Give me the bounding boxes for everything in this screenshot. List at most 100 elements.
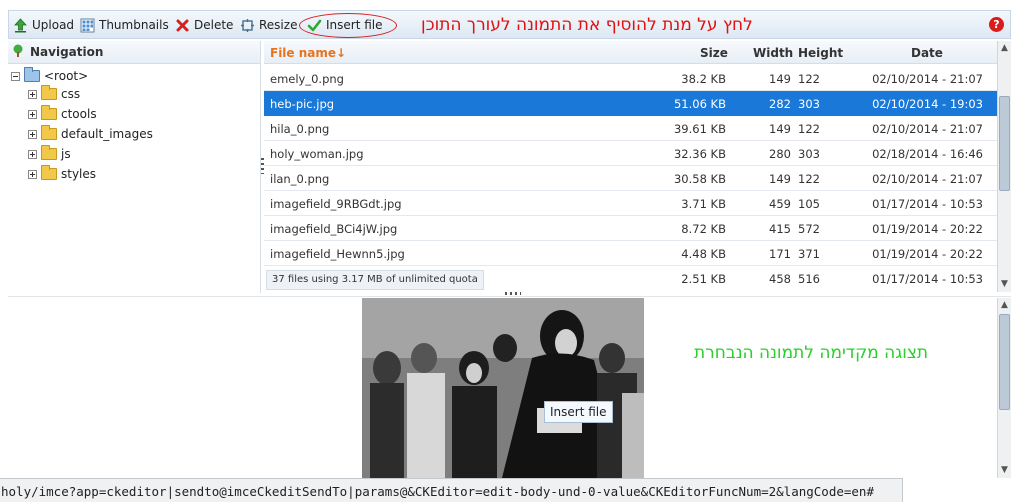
file-date: 02/10/2014 - 21:07 [872, 172, 983, 186]
thumbnails-button[interactable]: Thumbnails [80, 16, 169, 34]
scroll-up-arrow-icon[interactable]: ▲ [1000, 301, 1009, 310]
upload-button[interactable]: Upload [13, 16, 74, 34]
thumbnails-icon [80, 18, 95, 33]
file-name: heb-pic.jpg [270, 97, 335, 111]
folder-open-icon [24, 67, 40, 82]
file-width: 459 [769, 197, 791, 211]
table-row[interactable]: hila_0.png 39.61 KB 149 122 02/10/2014 -… [264, 116, 997, 141]
delete-button[interactable]: Delete [175, 16, 233, 34]
folder-label: css [61, 87, 81, 101]
file-width: 280 [769, 147, 791, 161]
preview-annotation: תצוגה מקדימה לתמונה הנבחרת [694, 343, 929, 363]
folder-icon [41, 105, 57, 120]
file-width: 149 [769, 122, 791, 136]
column-header-size[interactable]: Size [700, 46, 728, 60]
upload-label: Upload [32, 18, 75, 32]
file-date: 01/17/2014 - 10:53 [872, 197, 983, 211]
file-date: 02/10/2014 - 21:07 [872, 72, 983, 86]
table-row[interactable]: holy_woman.jpg 32.36 KB 280 303 02/18/20… [264, 141, 997, 166]
insert-highlight-circle [299, 13, 397, 38]
file-height: 122 [798, 72, 820, 86]
file-list: File name↓ Size Width Height Date emely_… [264, 41, 1011, 292]
table-row[interactable]: imagefield_Hewnn5.jpg 4.48 KB 171 371 01… [264, 241, 997, 266]
column-header-name[interactable]: File name↓ [270, 46, 346, 60]
delete-label: Delete [194, 18, 234, 32]
file-date: 02/10/2014 - 21:07 [872, 122, 983, 136]
file-width: 149 [769, 72, 791, 86]
tree-folder-styles[interactable]: styles [28, 165, 96, 183]
toolbar-annotation: לחץ על מנת להוסיף את התמונה לעורך התוכן [421, 15, 753, 35]
file-height: 303 [798, 147, 820, 161]
expand-icon[interactable] [28, 149, 37, 159]
folder-icon [41, 85, 57, 100]
scrollbar-thumb[interactable] [999, 314, 1010, 410]
file-size: 30.58 KB [673, 172, 726, 186]
file-width: 458 [769, 272, 791, 286]
file-width: 149 [769, 172, 791, 186]
expand-icon[interactable] [28, 89, 37, 99]
folder-label: styles [61, 167, 97, 181]
folder-label: default_images [61, 127, 153, 141]
pane-divider [8, 296, 1011, 297]
file-name: imagefield_Hewnn5.jpg [270, 247, 405, 261]
file-width: 282 [769, 97, 791, 111]
file-name: emely_0.png [270, 72, 344, 86]
file-size: 51.06 KB [673, 97, 726, 111]
file-name: ilan_0.png [270, 172, 330, 186]
expand-icon[interactable] [28, 129, 37, 139]
horizontal-splitter-handle[interactable] [505, 292, 521, 295]
table-row[interactable]: imagefield_BCi4jW.jpg 8.72 KB 415 572 01… [264, 216, 997, 241]
file-height: 105 [798, 197, 820, 211]
tree-folder-css[interactable]: css [28, 85, 80, 103]
file-list-scrollbar[interactable]: ▲ ▼ [997, 41, 1011, 292]
file-date: 01/19/2014 - 20:22 [872, 247, 983, 261]
tree-folder-default-images[interactable]: default_images [28, 125, 153, 143]
scroll-up-arrow-icon[interactable]: ▲ [1000, 44, 1009, 53]
tree-icon [11, 44, 25, 61]
file-size: 3.71 KB [681, 197, 726, 211]
help-icon[interactable]: ? [989, 17, 1004, 32]
file-name: holy_woman.jpg [270, 147, 364, 161]
scroll-down-arrow-icon[interactable]: ▼ [1000, 280, 1009, 289]
insert-file-tooltip: Insert file [544, 401, 613, 423]
table-row-selected[interactable]: heb-pic.jpg 51.06 KB 282 303 02/10/2014 … [264, 91, 997, 116]
file-height: 371 [798, 247, 820, 261]
folder-label: ctools [61, 107, 97, 121]
upload-icon [13, 17, 28, 33]
tree-root[interactable]: <root> [11, 67, 88, 85]
file-date: 02/10/2014 - 19:03 [872, 97, 983, 111]
column-header-width[interactable]: Width [753, 46, 793, 60]
table-row[interactable]: emely_0.png 38.2 KB 149 122 02/10/2014 -… [264, 66, 997, 91]
navigation-header: Navigation [8, 41, 260, 64]
navigation-title: Navigation [30, 45, 104, 59]
collapse-icon[interactable] [11, 71, 20, 81]
folder-label: js [61, 147, 71, 161]
file-size: 38.2 KB [681, 72, 726, 86]
file-height: 303 [798, 97, 820, 111]
file-height: 572 [798, 222, 820, 236]
file-name: imagefield_BCi4jW.jpg [270, 222, 398, 236]
table-row[interactable]: imagefield_9RBGdt.jpg 3.71 KB 459 105 01… [264, 191, 997, 216]
expand-icon[interactable] [28, 169, 37, 179]
tree-folder-js[interactable]: js [28, 145, 71, 163]
table-row[interactable]: ilan_0.png 30.58 KB 149 122 02/10/2014 -… [264, 166, 997, 191]
file-size: 32.36 KB [673, 147, 726, 161]
preview-scrollbar[interactable]: ▲ ▼ [997, 298, 1011, 478]
file-date: 02/18/2014 - 16:46 [872, 147, 983, 161]
scroll-down-arrow-icon[interactable]: ▼ [1000, 466, 1009, 475]
file-name: hila_0.png [270, 122, 330, 136]
column-header-height[interactable]: Height [798, 46, 843, 60]
expand-icon[interactable] [28, 109, 37, 119]
file-width: 415 [769, 222, 791, 236]
resize-button[interactable]: Resize [240, 16, 297, 34]
file-size: 8.72 KB [681, 222, 726, 236]
column-header-date[interactable]: Date [911, 46, 943, 60]
file-name: imagefield_9RBGdt.jpg [270, 197, 402, 211]
scrollbar-thumb[interactable] [999, 96, 1010, 191]
tree-folder-ctools[interactable]: ctools [28, 105, 97, 123]
folder-icon [41, 125, 57, 140]
preview-image[interactable] [362, 298, 644, 478]
resize-label: Resize [259, 18, 298, 32]
navigation-pane: Navigation <root> css ctools default_ima… [8, 41, 261, 293]
folder-icon [41, 165, 57, 180]
